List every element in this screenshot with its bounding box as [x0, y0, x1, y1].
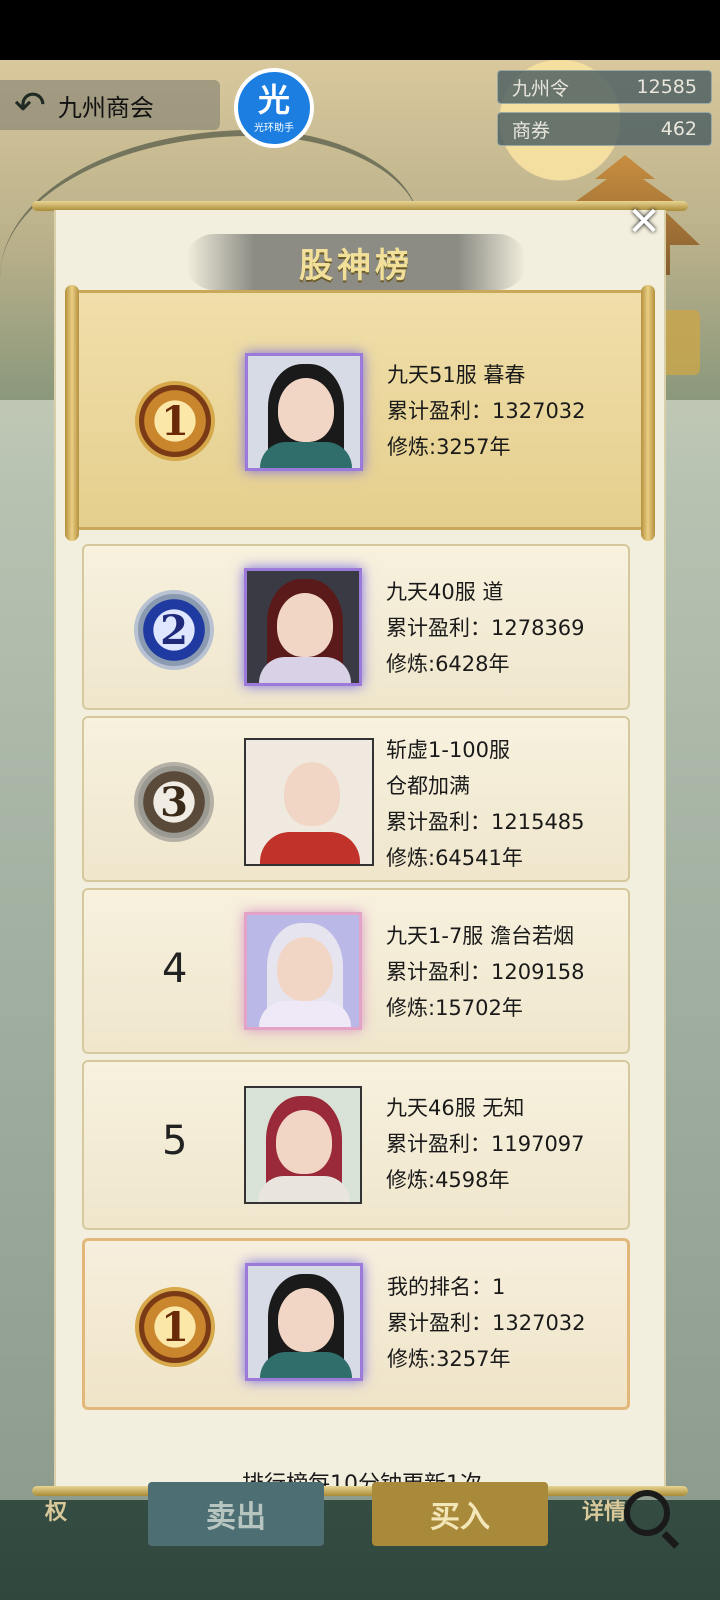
modal-title-banner: 股神榜: [186, 234, 526, 290]
player-profit: 累计盈利：1327032: [387, 399, 586, 423]
player-avatar: [244, 568, 362, 686]
ranking-entry-4[interactable]: 4 九天1-7服 澹台若烟 累计盈利：1209158 修炼:15702年: [82, 888, 630, 1054]
assistant-label: 光环助手: [254, 122, 294, 134]
top-bar: ↶ 九州商会 光 光环助手 九州令 12585 商券 462: [0, 60, 720, 148]
sell-button[interactable]: 卖出: [148, 1482, 324, 1546]
currency-name: 九州令: [512, 77, 570, 100]
ranking-entry-1[interactable]: 1 九天51服 暮春 累计盈利：1327032 修炼:3257年: [65, 285, 655, 541]
currency-name: 商券: [512, 119, 551, 142]
player-server-name: 九天46服 无知: [386, 1096, 525, 1120]
rank-number: 4: [162, 946, 188, 992]
player-cultivation: 修炼:64541年: [386, 846, 523, 870]
player-server-name: 九天1-7服 澹台若烟: [386, 924, 574, 948]
player-server-name: 九天51服 暮春: [387, 363, 526, 387]
player-avatar: [244, 1086, 362, 1204]
player-cultivation: 修炼:6428年: [386, 652, 510, 676]
player-profit: 累计盈利：1197097: [386, 1132, 585, 1156]
player-profit: 累计盈利：1278369: [386, 616, 585, 640]
rank-medal-icon: 1: [135, 381, 215, 461]
my-avatar: [245, 1263, 363, 1381]
player-cultivation: 修炼:15702年: [386, 996, 523, 1020]
ranking-entry-5[interactable]: 5 九天46服 无知 累计盈利：1197097 修炼:4598年: [82, 1060, 630, 1230]
my-rank-entry: 1 我的排名：1 累计盈利：1327032 修炼:3257年: [82, 1238, 630, 1410]
player-server-name-line1: 斩虚1-100服: [386, 738, 511, 762]
player-avatar: [245, 353, 363, 471]
left-side-icon[interactable]: 权: [26, 1470, 86, 1550]
player-info: 九天46服 无知 累计盈利：1197097 修炼:4598年: [386, 1090, 585, 1198]
rank-number: 5: [162, 1118, 188, 1164]
player-info: 九天40服 道 累计盈利：1278369 修炼:6428年: [386, 574, 585, 682]
player-cultivation: 修炼:4598年: [386, 1168, 510, 1192]
modal-title: 股神榜: [299, 245, 413, 286]
my-rank-label: 我的排名：1: [387, 1275, 506, 1299]
currency-jiuzhou-ling: 九州令 12585: [497, 70, 712, 104]
currency-value: 12585: [636, 76, 697, 98]
rank-medal-icon: 2: [134, 590, 214, 670]
player-info: 九天1-7服 澹台若烟 累计盈利：1209158 修炼:15702年: [386, 918, 585, 1026]
scroll-left-end: [65, 285, 79, 541]
rank-medal-icon: 3: [134, 762, 214, 842]
back-button[interactable]: ↶ 九州商会: [0, 80, 220, 130]
back-arrow-icon: ↶: [14, 83, 46, 127]
rank-medal-icon: 1: [135, 1287, 215, 1367]
player-server-name-line2: 仓都加满: [386, 774, 470, 798]
ranking-list[interactable]: 2 九天40服 道 累计盈利：1278369 修炼:6428年 3 斩虚1-10…: [56, 540, 664, 1230]
player-avatar: [244, 912, 362, 1030]
my-profit: 累计盈利：1327032: [387, 1311, 586, 1335]
ranking-entry-3[interactable]: 3 斩虚1-100服 仓都加满 累计盈利：1215485 修炼:64541年: [82, 716, 630, 882]
player-info: 斩虚1-100服 仓都加满 累计盈利：1215485 修炼:64541年: [386, 732, 585, 876]
my-info: 我的排名：1 累计盈利：1327032 修炼:3257年: [387, 1269, 586, 1377]
leaderboard-modal: 股神榜 1 九天51服 暮春 累计盈利：1327032 修炼:3257年 2 九…: [54, 210, 666, 1497]
page-title: 九州商会: [57, 93, 154, 122]
player-cultivation: 修炼:3257年: [387, 435, 511, 459]
player-avatar: [244, 738, 374, 866]
scroll-right-end: [641, 285, 655, 541]
assistant-glyph: 光: [257, 80, 290, 119]
player-profit: 累计盈利：1209158: [386, 960, 585, 984]
my-cultivation: 修炼:3257年: [387, 1347, 511, 1371]
assistant-badge[interactable]: 光 光环助手: [234, 68, 314, 148]
ranking-entry-2[interactable]: 2 九天40服 道 累计盈利：1278369 修炼:6428年: [82, 544, 630, 710]
currency-value: 462: [660, 118, 697, 140]
close-icon[interactable]: ✕: [622, 200, 666, 244]
search-icon[interactable]: [624, 1490, 670, 1536]
player-server-name: 九天40服 道: [386, 580, 504, 604]
currency-shangquan: 商券 462: [497, 112, 712, 146]
player-info: 九天51服 暮春 累计盈利：1327032 修炼:3257年: [387, 357, 586, 465]
buy-button[interactable]: 买入: [372, 1482, 548, 1546]
player-profit: 累计盈利：1215485: [386, 810, 585, 834]
